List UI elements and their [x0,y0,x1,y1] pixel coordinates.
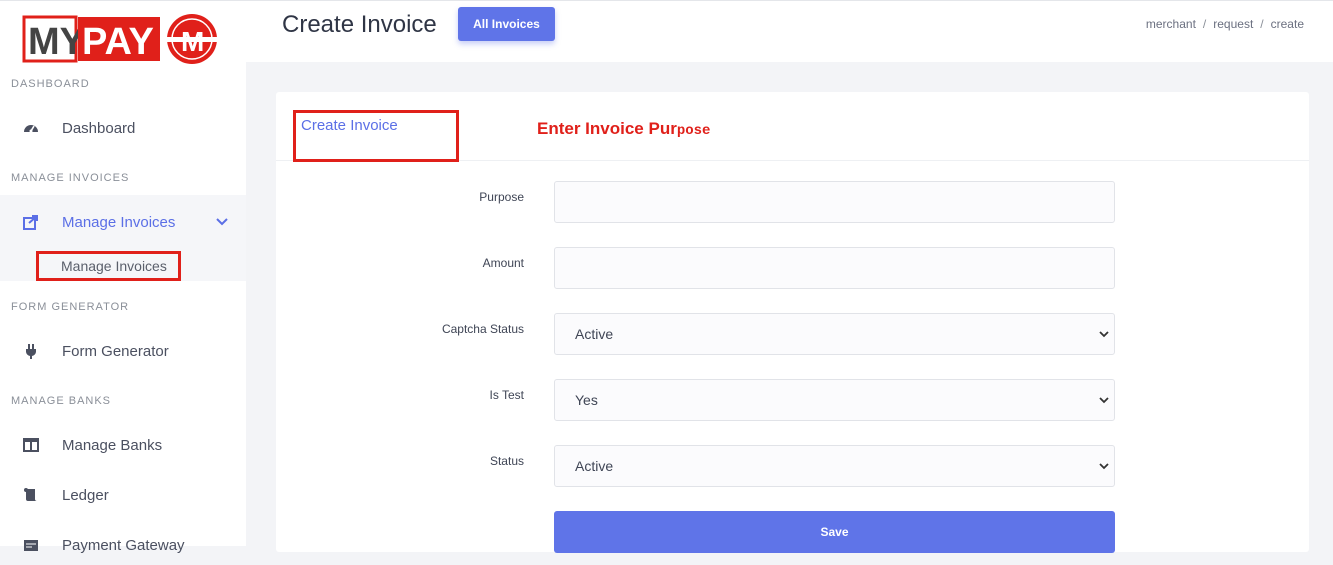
section-title-form-generator: FORM GENERATOR [11,301,130,313]
sidebar-item-label: Form Generator [62,342,169,360]
sidebar-item-payment-gateway[interactable]: Payment Gateway [0,525,246,565]
status-select[interactable]: Active [554,445,1115,487]
captcha-status-select[interactable]: Active [554,313,1115,355]
create-invoice-card: Create Invoice Enter Invoice Purpose Pur… [276,92,1309,553]
mypay-logo[interactable]: MY PAY M [22,9,222,67]
columns-icon [22,436,40,454]
chevron-down-icon [1099,463,1109,470]
sidebar: MY PAY M DASHBOARD Dashboard MANAGE INVO… [0,0,246,554]
top-header: Create Invoice All Invoices merchant / req… [246,0,1333,62]
chevron-down-icon [1099,331,1109,338]
sidebar-item-form-generator[interactable]: Form Generator [0,331,246,371]
breadcrumb-create: create [1270,17,1304,31]
section-title-dashboard: DASHBOARD [11,78,90,90]
gauge-icon [22,119,40,137]
sidebar-item-label: Manage Banks [62,436,163,454]
sidebar-item-manage-banks[interactable]: Manage Banks [0,425,246,465]
amount-input[interactable] [554,247,1115,289]
status-label: Status [489,454,524,468]
sidebar-item-label: Ledger [62,486,109,504]
breadcrumb-merchant[interactable]: merchant [1146,17,1196,31]
amount-label: Amount [482,256,524,270]
annotation-tail: pose [676,123,711,139]
scroll-icon [22,486,40,504]
card-icon [22,536,40,554]
section-title-manage-banks: MANAGE BANKS [11,395,112,407]
annotation-main: Enter Invoice Pur [537,119,677,138]
sidebar-item-manage-invoices[interactable]: Manage Invoices [0,202,246,242]
svg-text:PAY: PAY [82,21,154,63]
all-invoices-button[interactable]: All Invoices [458,7,555,41]
svg-text:M: M [181,26,204,57]
page-title: Create Invoice [282,11,437,38]
sidebar-subitem-manage-invoices[interactable]: Manage Invoices [36,251,181,281]
section-title-manage-invoices: MANAGE INVOICES [11,172,130,184]
purpose-label: Purpose [479,190,524,204]
sidebar-item-dashboard[interactable]: Dashboard [0,108,246,148]
is-test-select[interactable]: Yes [554,379,1115,421]
breadcrumb-separator: / [1260,17,1264,31]
status-value: Active [575,458,614,474]
save-button[interactable]: Save [554,511,1115,553]
is-test-value: Yes [575,392,598,408]
sidebar-item-label: Dashboard [62,119,136,137]
breadcrumb: merchant / request / create [1146,17,1304,31]
breadcrumb-request[interactable]: request [1213,17,1253,31]
is-test-label: Is Test [489,388,524,402]
sidebar-item-ledger[interactable]: Ledger [0,475,246,515]
sidebar-item-label: Payment Gateway [62,536,185,554]
captcha-status-value: Active [575,326,614,342]
breadcrumb-separator: / [1202,17,1207,31]
plug-icon [22,342,40,360]
annotation-text: Enter Invoice Purpose [537,119,710,139]
chevron-down-icon [1099,397,1109,404]
chevron-down-icon[interactable] [215,214,229,228]
share-square-icon [22,213,40,231]
card-title: Create Invoice [301,117,398,134]
sidebar-item-label: Manage Invoices [62,213,176,231]
purpose-input[interactable] [554,181,1115,223]
svg-text:MY: MY [28,21,85,63]
captcha-status-label: Captcha Status [441,322,524,336]
